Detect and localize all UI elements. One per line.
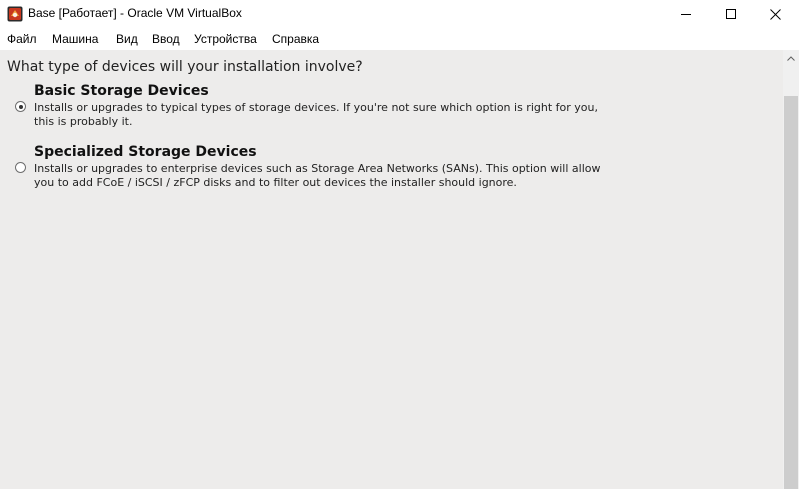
menu-input[interactable]: Ввод [152, 32, 180, 46]
scroll-up-button[interactable] [783, 50, 799, 66]
minimize-button[interactable] [663, 0, 708, 28]
window-title: Base [Работает] - Oracle VM VirtualBox [28, 6, 242, 20]
minimize-icon [680, 14, 691, 15]
chevron-up-icon [787, 55, 795, 61]
menu-devices[interactable]: Устройства [194, 32, 257, 46]
basic-storage-title[interactable]: Basic Storage Devices [34, 83, 209, 99]
menu-file[interactable]: Файл [7, 32, 37, 46]
menu-machine[interactable]: Машина [52, 32, 98, 46]
installer-question: What type of devices will your installat… [7, 59, 363, 75]
vertical-scrollbar[interactable] [783, 50, 799, 489]
specialized-storage-radio[interactable] [15, 162, 26, 173]
menu-view[interactable]: Вид [116, 32, 138, 46]
title-bar: Base [Работает] - Oracle VM VirtualBox [0, 0, 799, 28]
maximize-icon [725, 9, 736, 19]
basic-storage-radio[interactable] [15, 101, 26, 112]
close-icon [770, 8, 781, 20]
basic-storage-desc-line2: this is probably it. [34, 115, 133, 128]
specialized-storage-desc-line2: you to add FCoE / iSCSI / zFCP disks and… [34, 176, 517, 189]
virtualbox-icon [7, 6, 23, 22]
basic-storage-desc-line1: Installs or upgrades to typical types of… [34, 101, 598, 114]
close-button[interactable] [753, 0, 798, 28]
specialized-storage-title[interactable]: Specialized Storage Devices [34, 144, 257, 160]
scroll-thumb[interactable] [784, 96, 798, 489]
guest-display[interactable]: What type of devices will your installat… [0, 50, 783, 489]
menu-bar: Файл Машина Вид Ввод Устройства Справка [0, 29, 799, 50]
menu-help[interactable]: Справка [272, 32, 319, 46]
maximize-button[interactable] [708, 0, 753, 28]
radio-selected-dot [18, 104, 23, 109]
specialized-storage-desc-line1: Installs or upgrades to enterprise devic… [34, 162, 601, 175]
